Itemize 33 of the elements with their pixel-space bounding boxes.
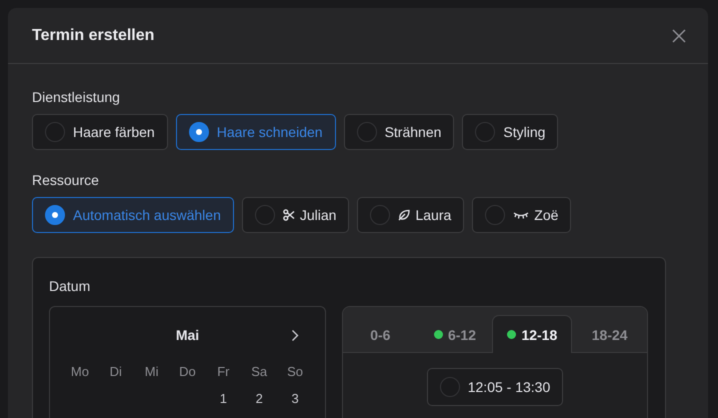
dialog-title: Termin erstellen bbox=[32, 26, 154, 44]
service-option[interactable]: Strähnen bbox=[344, 114, 454, 150]
weekday-label: Do bbox=[179, 364, 196, 379]
service-option[interactable]: Styling bbox=[462, 114, 558, 150]
resource-option[interactable]: Automatisch auswählen bbox=[32, 197, 234, 233]
calendar-day[interactable]: 2 bbox=[256, 391, 263, 406]
calendar-day[interactable]: 3 bbox=[291, 391, 299, 406]
scissors-icon bbox=[282, 209, 295, 221]
leaf-icon bbox=[398, 209, 410, 221]
service-option[interactable]: Haare schneiden bbox=[176, 114, 336, 150]
resource-option[interactable]: Zoë bbox=[472, 197, 572, 233]
resource-option[interactable]: Laura bbox=[357, 197, 464, 233]
resource-option[interactable]: Julian bbox=[242, 197, 350, 233]
time-tab[interactable]: 0-6 bbox=[343, 315, 418, 353]
section-label: Dienstleistung bbox=[32, 89, 120, 105]
weekday-label: Di bbox=[110, 364, 122, 379]
time-tab[interactable]: 18-24 bbox=[572, 315, 647, 353]
weekday-label: Sa bbox=[251, 364, 268, 379]
calendar-day[interactable]: 1 bbox=[220, 391, 227, 406]
section-label: Ressource bbox=[32, 172, 99, 188]
weekday-label: Mo bbox=[70, 364, 89, 379]
close-icon[interactable] bbox=[672, 28, 686, 42]
section-label: Datum bbox=[49, 278, 92, 294]
time-tab[interactable]: 6-12 bbox=[418, 315, 492, 353]
time-slot-option[interactable]: 12:05 - 13:30 bbox=[426, 368, 564, 406]
month-title: Mai bbox=[176, 327, 200, 343]
chevron-right-icon[interactable] bbox=[291, 329, 299, 342]
weekday-label: So bbox=[287, 364, 304, 379]
closed-eye-icon bbox=[513, 210, 530, 220]
service-option[interactable]: Haare färben bbox=[32, 114, 168, 150]
time-tab[interactable]: 12-18 bbox=[492, 315, 572, 353]
weekday-label: Mi bbox=[144, 364, 158, 379]
weekday-label: Fr bbox=[217, 364, 230, 379]
